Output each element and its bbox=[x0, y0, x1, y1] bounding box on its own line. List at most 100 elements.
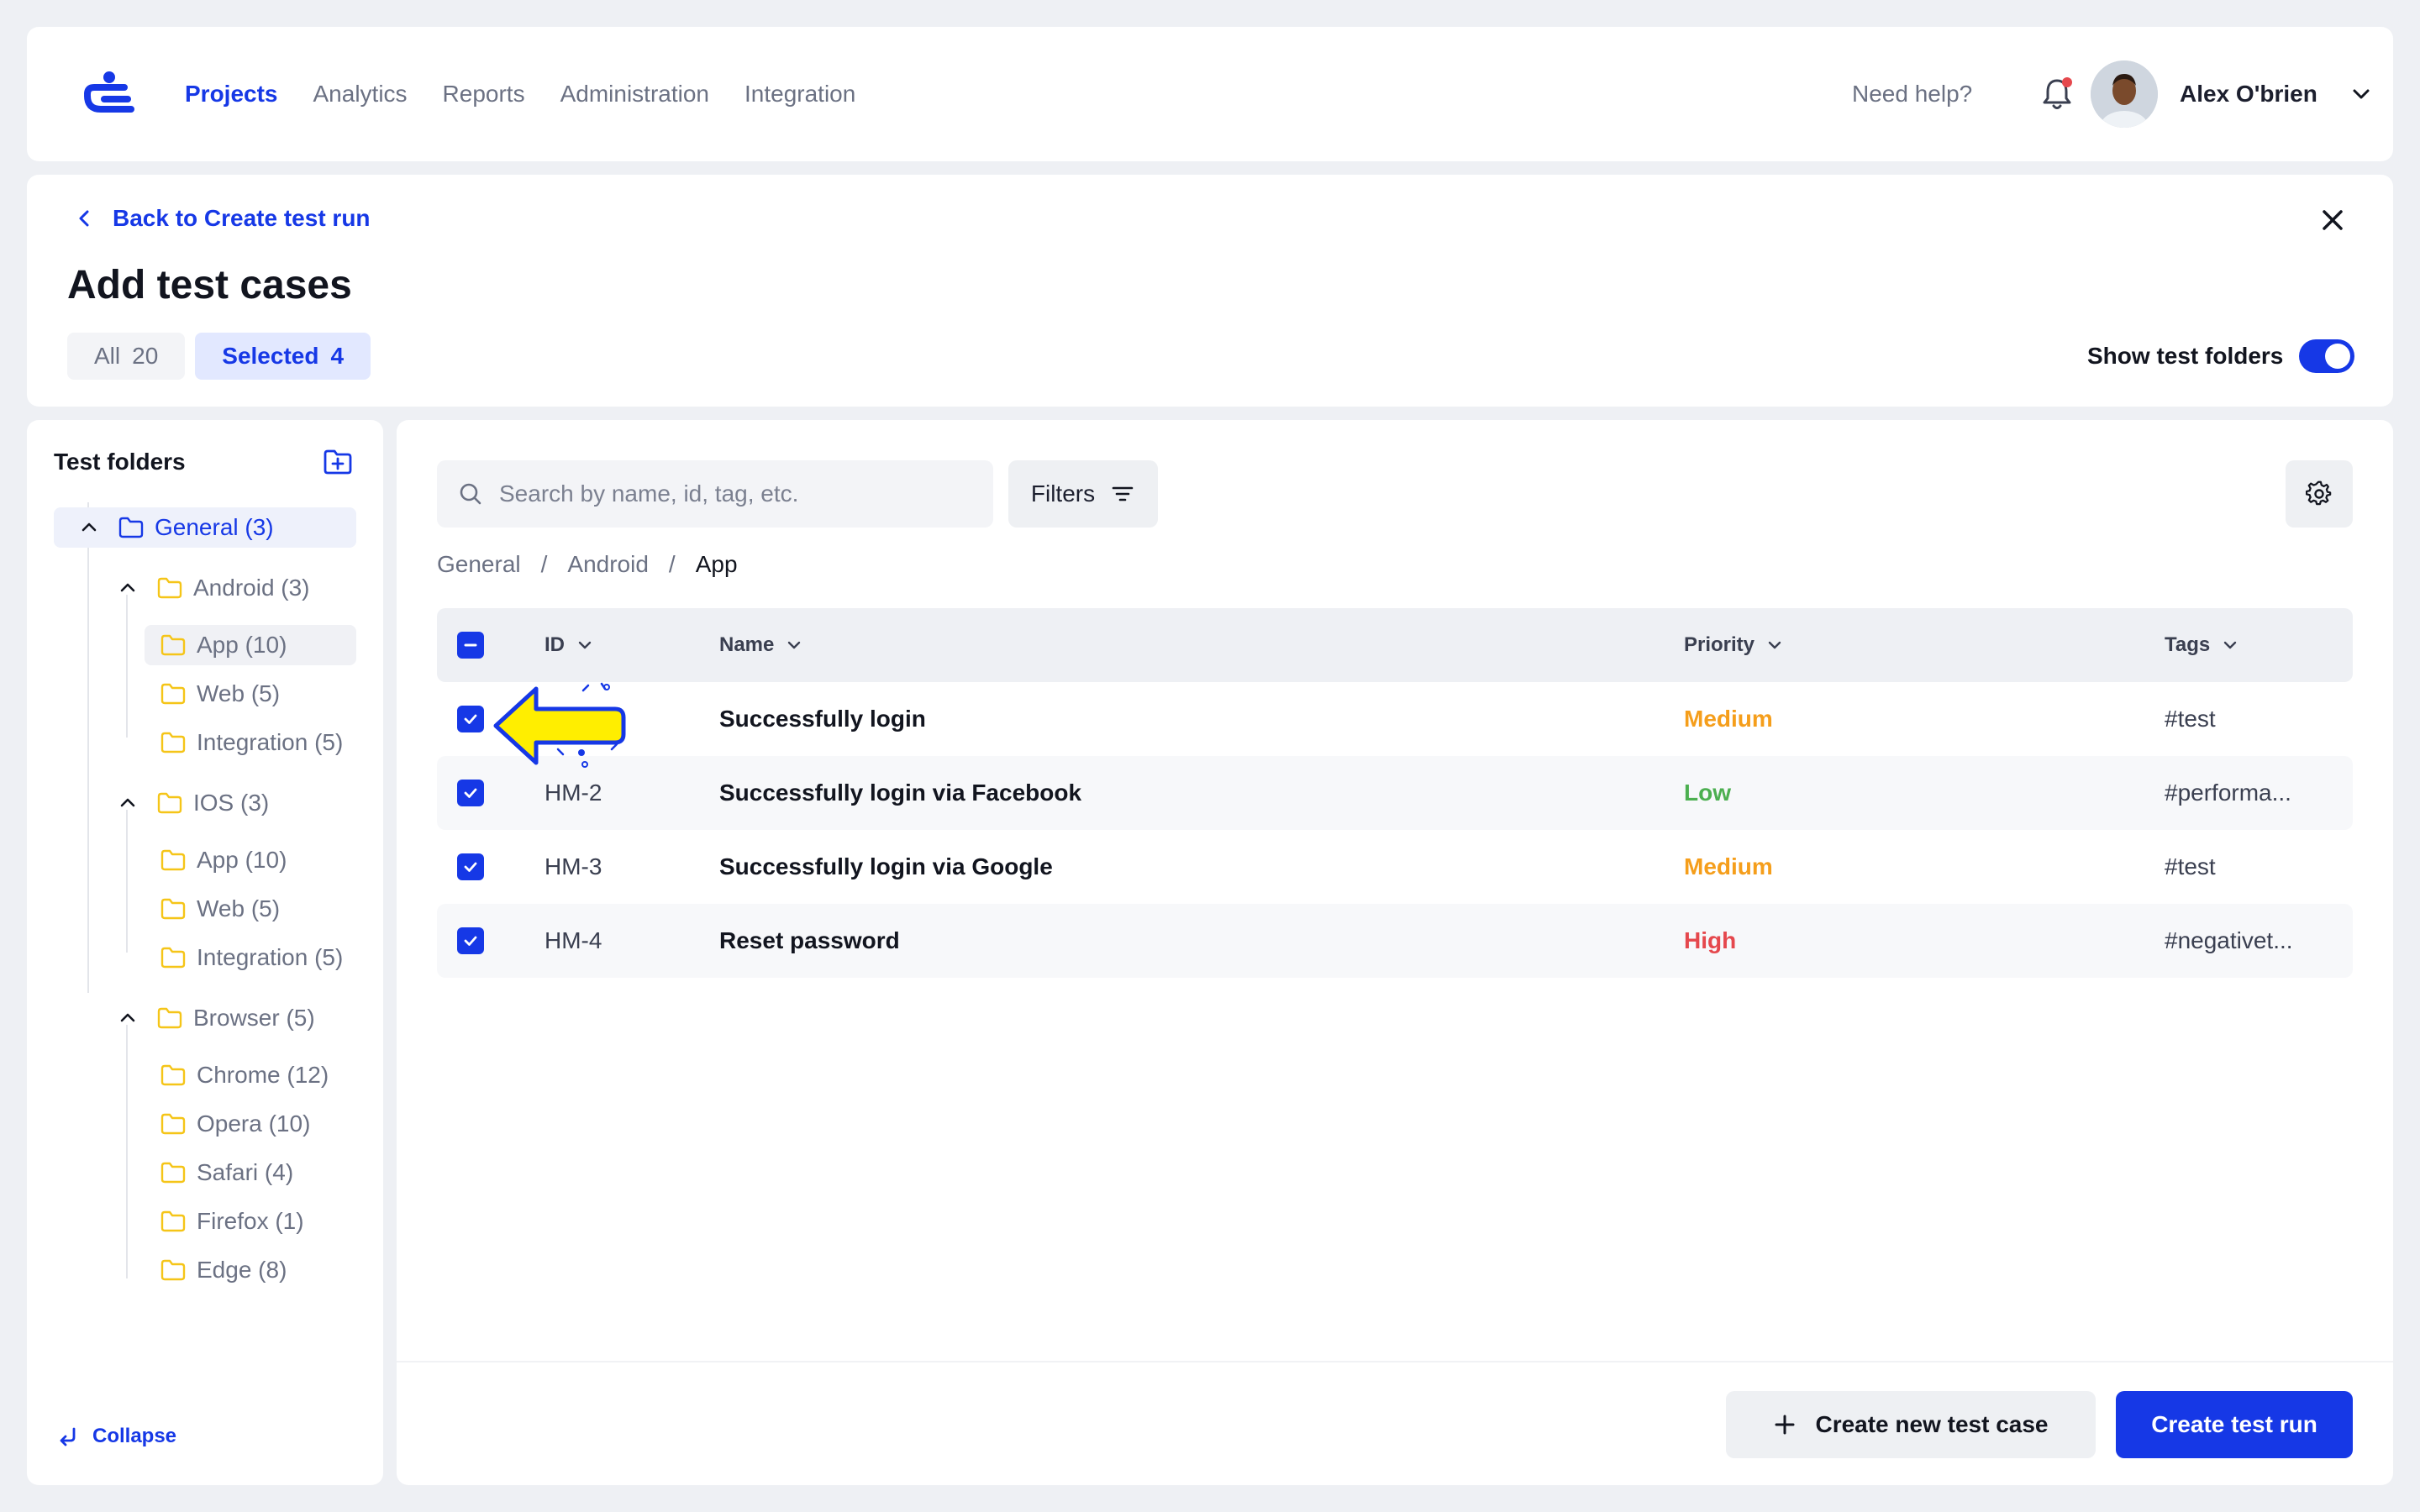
folder-label: Browser (5) bbox=[193, 1005, 315, 1031]
breadcrumb-separator: / bbox=[668, 551, 676, 577]
tab-all[interactable]: All 20 bbox=[67, 333, 186, 380]
folder-icon bbox=[118, 517, 144, 538]
nav-projects[interactable]: Projects bbox=[185, 81, 278, 108]
help-link[interactable]: Need help? bbox=[1852, 27, 1972, 161]
create-test-run-button[interactable]: Create test run bbox=[2116, 1391, 2353, 1458]
folder-android-web[interactable]: Web (5) bbox=[160, 674, 280, 714]
collapse-button[interactable]: Collapse bbox=[57, 1425, 176, 1448]
select-all-checkbox[interactable] bbox=[457, 632, 484, 659]
tab-all-label: All bbox=[94, 343, 121, 369]
top-header: Projects Analytics Reports Administratio… bbox=[27, 27, 2393, 161]
check-icon bbox=[464, 936, 477, 946]
tab-selected[interactable]: Selected 4 bbox=[195, 333, 371, 380]
breadcrumb-general[interactable]: General bbox=[437, 551, 521, 578]
folder-android-integration[interactable]: Integration (5) bbox=[160, 722, 343, 763]
tab-selected-count: 4 bbox=[330, 343, 345, 369]
row-id: HM-3 bbox=[544, 853, 602, 879]
close-icon[interactable] bbox=[2317, 205, 2348, 235]
tree-connector bbox=[126, 1025, 128, 1278]
row-tags: #performa... bbox=[2165, 780, 2291, 806]
chevron-down-icon[interactable] bbox=[2349, 82, 2373, 106]
row-checkbox[interactable] bbox=[457, 853, 484, 880]
main-nav: Projects Analytics Reports Administratio… bbox=[185, 27, 891, 161]
create-run-label: Create test run bbox=[2151, 1411, 2317, 1437]
user-avatar[interactable] bbox=[2091, 60, 2158, 128]
search-box bbox=[437, 460, 993, 528]
column-name[interactable]: Name bbox=[719, 608, 804, 682]
add-folder-icon[interactable] bbox=[321, 445, 355, 479]
test-cases-table: ID Name Priority Tags Successfully login bbox=[437, 608, 2353, 978]
row-checkbox[interactable] bbox=[457, 706, 484, 732]
breadcrumb-separator: / bbox=[540, 551, 548, 577]
folder-chrome[interactable]: Chrome (12) bbox=[160, 1055, 329, 1095]
check-icon bbox=[464, 862, 477, 872]
folder-edge[interactable]: Edge (8) bbox=[160, 1250, 287, 1290]
create-new-test-case-button[interactable]: Create new test case bbox=[1726, 1391, 2096, 1458]
row-priority: High bbox=[1684, 927, 1737, 953]
search-input[interactable] bbox=[499, 480, 986, 507]
folder-browser[interactable]: Browser (5) bbox=[118, 998, 315, 1038]
nav-integration[interactable]: Integration bbox=[744, 81, 855, 108]
nav-analytics[interactable]: Analytics bbox=[313, 81, 408, 108]
sidebar-title: Test folders bbox=[54, 449, 186, 475]
check-icon bbox=[464, 788, 477, 798]
folder-opera[interactable]: Opera (10) bbox=[160, 1104, 310, 1144]
folder-firefox[interactable]: Firefox (1) bbox=[160, 1201, 304, 1242]
folder-ios-web[interactable]: Web (5) bbox=[160, 889, 280, 929]
folder-label: App (10) bbox=[197, 632, 287, 658]
nav-administration[interactable]: Administration bbox=[560, 81, 709, 108]
column-id[interactable]: ID bbox=[544, 608, 595, 682]
row-name: Reset password bbox=[719, 927, 900, 953]
folder-icon bbox=[160, 683, 186, 705]
filters-button[interactable]: Filters bbox=[1008, 460, 1158, 528]
table-row[interactable]: HM-2 Successfully login via Facebook Low… bbox=[437, 756, 2353, 830]
folder-label: Chrome (12) bbox=[197, 1062, 329, 1088]
user-name[interactable]: Alex O'brien bbox=[2180, 27, 2317, 161]
column-tags[interactable]: Tags bbox=[2165, 608, 2240, 682]
row-priority: Medium bbox=[1684, 706, 1773, 732]
folder-icon bbox=[160, 898, 186, 920]
show-folders-label: Show test folders bbox=[2087, 343, 2284, 369]
folder-label: Web (5) bbox=[197, 895, 281, 921]
page-title: Add test cases bbox=[67, 263, 352, 307]
chevron-down-icon bbox=[578, 641, 592, 649]
nav-reports[interactable]: Reports bbox=[443, 81, 525, 108]
folder-ios[interactable]: IOS (3) bbox=[118, 783, 269, 823]
folder-android-app[interactable]: App (10) bbox=[145, 625, 356, 665]
folder-ios-app[interactable]: App (10) bbox=[160, 840, 287, 880]
row-id: HM-2 bbox=[544, 780, 602, 806]
table-row[interactable]: Successfully login Medium #test bbox=[437, 682, 2353, 756]
gear-icon bbox=[2306, 480, 2332, 506]
notification-bell-icon[interactable] bbox=[2035, 72, 2079, 116]
folder-label: Opera (10) bbox=[197, 1110, 311, 1137]
folder-icon bbox=[157, 792, 182, 814]
row-checkbox[interactable] bbox=[457, 780, 484, 806]
folder-ios-integration[interactable]: Integration (5) bbox=[160, 937, 343, 978]
row-tags: #negativet... bbox=[2165, 927, 2293, 953]
folder-icon bbox=[157, 577, 182, 599]
collapse-label: Collapse bbox=[92, 1425, 177, 1447]
table-row[interactable]: HM-3 Successfully login via Google Mediu… bbox=[437, 830, 2353, 904]
return-arrow-icon bbox=[60, 1427, 76, 1446]
back-link[interactable]: Back to Create test run bbox=[74, 205, 371, 232]
folder-general[interactable]: General (3) bbox=[54, 507, 356, 548]
plus-icon bbox=[1775, 1415, 1795, 1435]
row-name: Successfully login bbox=[719, 706, 926, 732]
row-tags: #test bbox=[2165, 706, 2216, 732]
breadcrumb-android[interactable]: Android bbox=[567, 551, 649, 578]
column-priority[interactable]: Priority bbox=[1684, 608, 1785, 682]
row-checkbox[interactable] bbox=[457, 927, 484, 954]
back-link-label: Back to Create test run bbox=[113, 205, 371, 231]
folder-android[interactable]: Android (3) bbox=[118, 568, 310, 608]
table-settings-button[interactable] bbox=[2286, 460, 2353, 528]
row-name: Successfully login via Facebook bbox=[719, 780, 1082, 806]
app-logo-icon[interactable] bbox=[81, 69, 138, 119]
show-folders-toggle[interactable] bbox=[2299, 339, 2354, 373]
row-priority: Low bbox=[1684, 780, 1731, 806]
column-name-label: Name bbox=[719, 633, 775, 656]
avatar-photo-icon bbox=[2091, 60, 2158, 128]
folder-safari[interactable]: Safari (4) bbox=[160, 1152, 293, 1193]
table-row[interactable]: HM-4 Reset password High #negativet... bbox=[437, 904, 2353, 978]
chevron-left-icon bbox=[79, 210, 89, 227]
folder-icon bbox=[160, 732, 186, 753]
